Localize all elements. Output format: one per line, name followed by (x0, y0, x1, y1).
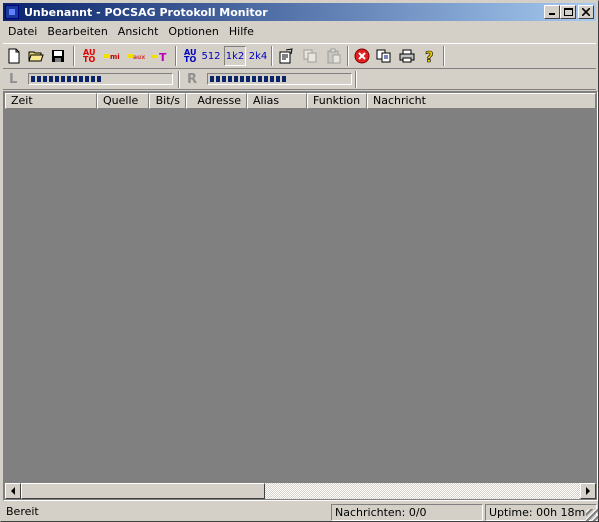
svg-text:T: T (159, 51, 167, 62)
minimize-button[interactable] (544, 5, 560, 19)
menu-ansicht[interactable]: Ansicht (113, 23, 164, 41)
scroll-left-button[interactable] (5, 483, 21, 499)
toolbar-separator (73, 46, 75, 66)
copy-icon (376, 49, 391, 63)
scroll-right-button[interactable] (580, 483, 596, 499)
properties-button[interactable] (275, 46, 297, 66)
print-button[interactable] (396, 46, 418, 66)
column-zeit[interactable]: Zeit (5, 93, 97, 109)
maximize-icon (564, 8, 573, 16)
level-bar: L R (3, 70, 596, 90)
menu-datei[interactable]: Datei (3, 23, 42, 41)
mic-left-icon: mi (103, 53, 120, 61)
new-file-icon (8, 48, 20, 64)
properties-icon (279, 48, 293, 64)
column-funktion[interactable]: Funktion (307, 93, 367, 109)
copy-disabled-button[interactable] (299, 46, 321, 66)
copy-button[interactable] (373, 46, 395, 66)
stop-button[interactable] (351, 46, 373, 66)
app-icon[interactable] (5, 5, 19, 19)
text-t-icon: T (151, 51, 167, 62)
message-list[interactable]: Zeit Quelle Bit/s Adresse Alias Funktion… (3, 91, 598, 501)
right-level-meter (207, 73, 352, 85)
status-messages: Nachrichten: 0/0 (331, 504, 483, 521)
printer-icon (399, 49, 415, 63)
column-bits[interactable]: Bit/s (149, 93, 186, 109)
save-button[interactable] (47, 46, 69, 66)
menu-bearbeiten[interactable]: Bearbeiten (42, 23, 112, 41)
column-nachricht[interactable]: Nachricht (367, 93, 596, 109)
toolbar-separator (271, 46, 273, 66)
list-body[interactable] (5, 109, 596, 485)
maximize-button[interactable] (560, 5, 576, 19)
menu-optionen[interactable]: Optionen (163, 23, 223, 41)
window-title: Unbenannt - POCSAG Protokoll Monitor (24, 5, 268, 19)
svg-text:mi: mi (110, 53, 120, 61)
scroll-thumb[interactable] (21, 483, 265, 499)
baud-1k2-label: 1k2 (225, 50, 245, 62)
auto-baud-label: AU TO (184, 48, 197, 64)
column-adresse[interactable]: Adresse (186, 93, 247, 109)
level-separator (178, 71, 180, 88)
close-icon (582, 8, 590, 16)
status-ready: Bereit (6, 505, 39, 518)
copy-disabled-icon (303, 49, 317, 63)
toolbar: AU TO mi aux T AU TO 512 1k2 2k4 ? (3, 43, 596, 69)
left-level-meter (28, 73, 173, 85)
arrow-right-icon (586, 487, 590, 495)
main-window: Unbenannt - POCSAG Protokoll Monitor Dat… (0, 0, 599, 522)
status-uptime: Uptime: 00h 18m (485, 504, 597, 521)
baud-2k4-button[interactable]: 2k4 (247, 46, 269, 66)
stop-x-icon (354, 48, 370, 64)
help-question-icon: ? (425, 48, 434, 64)
baud-512-button[interactable]: 512 (200, 46, 222, 66)
menu-hilfe[interactable]: Hilfe (224, 23, 259, 41)
minimize-icon (549, 13, 555, 15)
paste-disabled-button[interactable] (323, 46, 345, 66)
horizontal-scrollbar[interactable] (5, 483, 596, 499)
auto-input-label: AU TO (83, 48, 96, 64)
column-quelle[interactable]: Quelle (97, 93, 149, 109)
list-header: Zeit Quelle Bit/s Adresse Alias Funktion… (5, 93, 596, 109)
close-button[interactable] (578, 5, 594, 19)
new-file-button[interactable] (3, 46, 25, 66)
svg-text:aux: aux (133, 54, 145, 61)
right-channel-label: R (187, 72, 198, 87)
input-text-button[interactable]: T (149, 46, 171, 66)
toolbar-separator (175, 46, 177, 66)
toolbar-separator (347, 46, 349, 66)
resize-grip[interactable] (586, 509, 598, 521)
auto-baud-button[interactable]: AU TO (179, 46, 201, 66)
baud-512-label: 512 (201, 50, 221, 62)
arrow-left-icon (11, 487, 15, 495)
input-aux-button[interactable]: aux (125, 46, 147, 66)
right-level-fill (210, 76, 286, 82)
title-bar[interactable]: Unbenannt - POCSAG Protokoll Monitor (3, 3, 596, 21)
left-level-fill (31, 76, 101, 82)
baud-2k4-label: 2k4 (248, 50, 268, 62)
toolbar-separator (443, 46, 445, 66)
help-button[interactable]: ? (419, 46, 441, 66)
column-alias[interactable]: Alias (247, 93, 307, 109)
auto-input-button[interactable]: AU TO (78, 46, 100, 66)
open-file-button[interactable] (25, 46, 47, 66)
open-folder-icon (28, 51, 44, 62)
level-separator (355, 71, 357, 88)
baud-1k2-button[interactable]: 1k2 (224, 46, 246, 66)
input-left-button[interactable]: mi (101, 46, 123, 66)
svg-text:?: ? (425, 48, 434, 64)
menu-bar: Datei Bearbeiten Ansicht Optionen Hilfe (3, 23, 259, 41)
paste-disabled-icon (327, 48, 341, 64)
save-disk-icon (52, 50, 64, 62)
left-channel-label: L (9, 72, 18, 87)
status-bar: Bereit Nachrichten: 0/0 Uptime: 00h 18m (3, 503, 598, 521)
aux-icon: aux (127, 54, 145, 61)
